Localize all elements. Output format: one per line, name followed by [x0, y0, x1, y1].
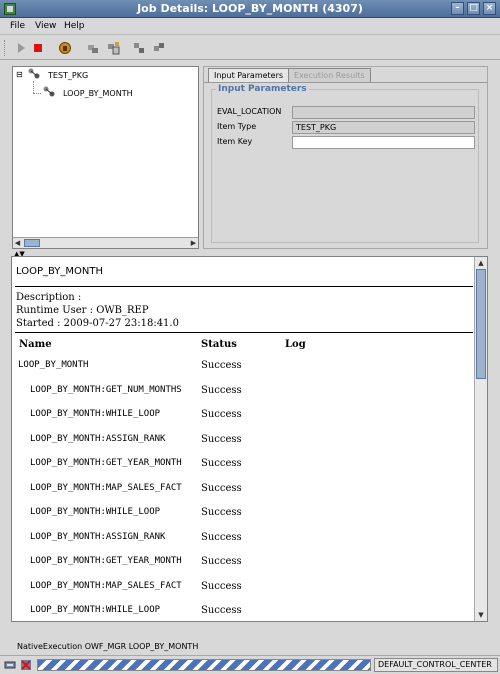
column-header-name: Name — [19, 339, 52, 350]
row-status: Success — [201, 605, 242, 616]
report-description: Description : — [16, 292, 82, 303]
column-header-status: Status — [201, 339, 237, 350]
tree-item-test-pkg[interactable]: TEST_PKG — [48, 71, 88, 80]
report-vertical-scrollbar[interactable]: ▲ ▼ — [474, 257, 487, 621]
table-row: LOOP_BY_MONTH:WHILE_LOOP Success — [12, 605, 472, 621]
menu-file[interactable]: File — [10, 21, 25, 31]
param-label: EVAL_LOCATION — [217, 107, 282, 116]
table-row: LOOP_BY_MONTH:WHILE_LOOP Success — [12, 409, 472, 429]
tab-input-parameters[interactable]: Input Parameters — [208, 68, 290, 82]
scroll-thumb[interactable] — [24, 239, 40, 247]
row-name: LOOP_BY_MONTH:GET_YEAR_MONTH — [30, 458, 182, 468]
abort-icon[interactable] — [152, 41, 166, 55]
tree-horizontal-scrollbar[interactable]: ◀ ▶ — [13, 237, 198, 248]
progress-bar — [37, 659, 371, 671]
maximize-icon[interactable]: □ — [467, 2, 480, 15]
scroll-down-icon[interactable]: ▼ — [476, 610, 486, 620]
table-row: LOOP_BY_MONTH:GET_YEAR_MONTH Success — [12, 556, 472, 576]
tree-item-loop-by-month[interactable]: LOOP_BY_MONTH — [63, 89, 133, 98]
toolbar-grip — [4, 40, 7, 56]
param-label: Item Type — [217, 122, 257, 131]
row-name: LOOP_BY_MONTH:WHILE_LOOP — [30, 605, 161, 615]
scroll-up-icon[interactable]: ▲ — [476, 258, 486, 268]
scroll-thumb[interactable] — [476, 269, 486, 379]
column-header-log: Log — [285, 339, 306, 350]
close-icon[interactable]: × — [483, 2, 496, 15]
row-status: Success — [201, 409, 242, 420]
table-row: LOOP_BY_MONTH:WHILE_LOOP Success — [12, 507, 472, 527]
row-name: LOOP_BY_MONTH:WHILE_LOOP — [30, 507, 161, 517]
lock-icon[interactable] — [58, 41, 72, 55]
menu-help[interactable]: Help — [64, 21, 85, 31]
table-row: LOOP_BY_MONTH:MAP_SALES_FACT Success — [12, 483, 472, 503]
row-name: LOOP_BY_MONTH — [18, 360, 89, 370]
param-label: Item Key — [217, 137, 253, 146]
row-name: LOOP_BY_MONTH:GET_NUM_MONTHS — [30, 384, 182, 395]
details-pane: Input Parameters Execution Results Input… — [203, 66, 488, 249]
table-row: LOOP_BY_MONTH:GET_NUM_MONTHS Success — [12, 385, 472, 405]
eval-location-field — [292, 106, 475, 119]
scroll-left-icon[interactable]: ◀ — [13, 239, 22, 247]
row-name: LOOP_BY_MONTH:WHILE_LOOP — [30, 409, 161, 419]
item-key-field[interactable] — [292, 136, 475, 149]
tree-expander[interactable]: ⊟ — [16, 70, 23, 79]
minimize-icon[interactable]: – — [451, 2, 464, 15]
tab-execution-results[interactable]: Execution Results — [288, 68, 371, 82]
table-row: LOOP_BY_MONTH:GET_YEAR_MONTH Success — [12, 458, 472, 478]
menu-bar: File View Help — [0, 18, 500, 35]
row-status: Success — [201, 482, 242, 494]
input-parameters-group: Input Parameters EVAL_LOCATION Item Type… — [211, 84, 479, 243]
scroll-right-icon[interactable]: ▶ — [189, 239, 198, 247]
process-flow-icon — [28, 68, 40, 79]
row-status: Success — [201, 384, 242, 396]
item-type-field: TEST_PKG — [292, 121, 475, 134]
row-name: LOOP_BY_MONTH:ASSIGN_RANK — [30, 531, 166, 542]
relocate-icon[interactable] — [132, 41, 146, 55]
row-status: Success — [201, 360, 242, 371]
run-icon[interactable] — [14, 41, 28, 55]
table-row: LOOP_BY_MONTH Success — [12, 360, 472, 380]
row-status: Success — [201, 433, 242, 445]
execution-report: LOOP_BY_MONTH Description : Runtime User… — [11, 256, 488, 622]
report-runtime-user: Runtime User : OWB_REP — [16, 305, 149, 316]
menu-view[interactable]: View — [35, 21, 56, 31]
stop-icon[interactable] — [31, 41, 45, 55]
row-status: Success — [201, 458, 242, 469]
expedite-icon[interactable] — [86, 41, 100, 55]
disconnect-icon[interactable] — [20, 659, 32, 671]
row-name: LOOP_BY_MONTH:GET_YEAR_MONTH — [30, 556, 182, 566]
row-name: LOOP_BY_MONTH:MAP_SALES_FACT — [30, 482, 182, 493]
job-tree: ⊟ TEST_PKG LOOP_BY_MONTH ◀ ▶ — [12, 66, 199, 249]
row-status: Success — [201, 507, 242, 518]
report-started: Started : 2009-07-27 23:18:41.0 — [16, 318, 179, 329]
title-bar: Job Details: LOOP_BY_MONTH (4307) – □ × — [0, 0, 500, 18]
row-name: LOOP_BY_MONTH:MAP_SALES_FACT — [30, 580, 182, 591]
divider — [15, 332, 473, 333]
table-row: LOOP_BY_MONTH:ASSIGN_RANK Success — [12, 532, 472, 552]
divider — [15, 286, 473, 287]
bottom-bar: DEFAULT_CONTROL_CENTER — [0, 655, 500, 674]
window-title: Job Details: LOOP_BY_MONTH (4307) — [137, 2, 363, 15]
network-icon — [4, 661, 16, 669]
process-flow-icon — [43, 86, 55, 97]
export-icon[interactable] — [106, 41, 120, 55]
group-title: Input Parameters — [216, 84, 309, 94]
table-row: LOOP_BY_MONTH:MAP_SALES_FACT Success — [12, 581, 472, 601]
status-message: NativeExecution OWF_MGR LOOP_BY_MONTH — [17, 642, 199, 651]
row-name: LOOP_BY_MONTH:ASSIGN_RANK — [30, 433, 166, 444]
report-title: LOOP_BY_MONTH — [16, 266, 104, 277]
control-center-label: DEFAULT_CONTROL_CENTER — [374, 658, 498, 672]
row-status: Success — [201, 531, 242, 543]
toolbar — [0, 36, 500, 60]
row-status: Success — [201, 556, 242, 567]
row-status: Success — [201, 580, 242, 592]
table-row: LOOP_BY_MONTH:ASSIGN_RANK Success — [12, 434, 472, 454]
